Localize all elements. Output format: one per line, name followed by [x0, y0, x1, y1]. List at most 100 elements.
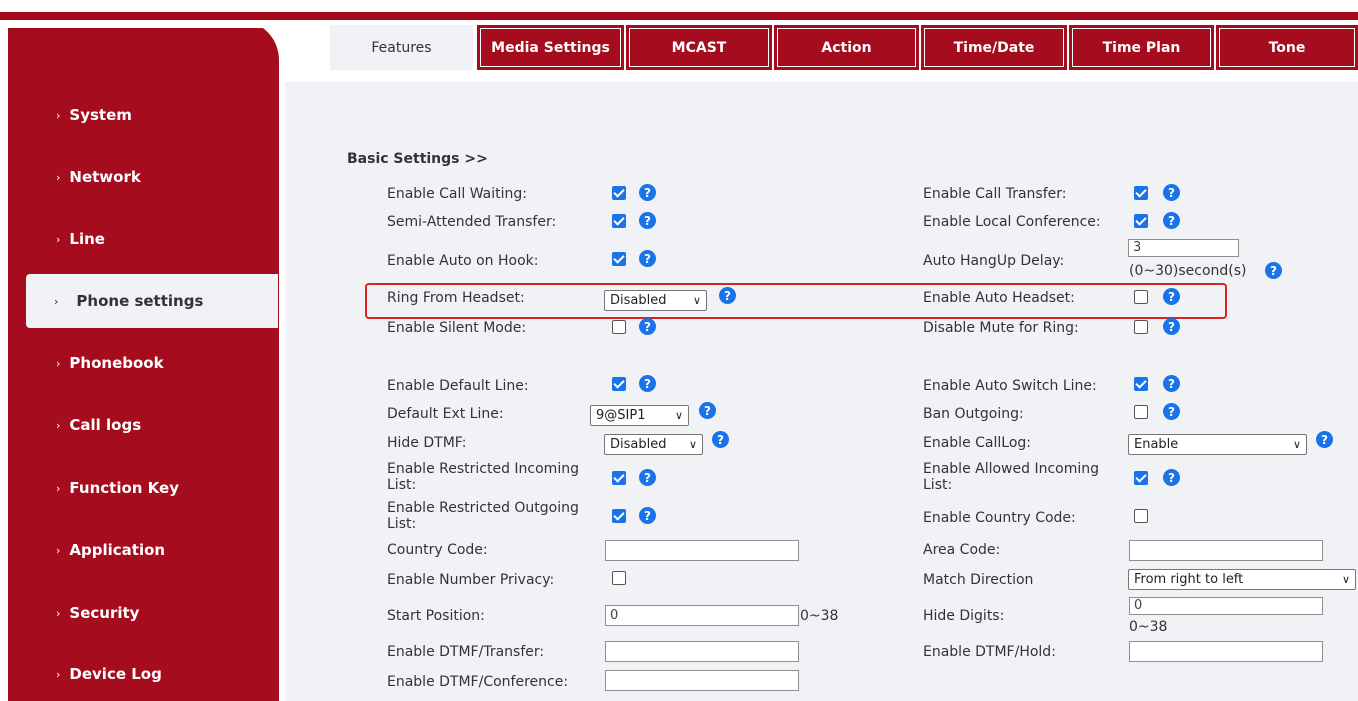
- ring-from-headset-select[interactable]: Disabled ∨: [604, 290, 707, 311]
- help-icon[interactable]: ?: [719, 287, 736, 304]
- area-code-label: Area Code:: [923, 542, 1001, 558]
- sidebar-item-device-log[interactable]: › Device Log: [8, 647, 279, 701]
- chevron-down-icon: ∨: [1341, 573, 1350, 586]
- help-icon[interactable]: ?: [1163, 375, 1180, 392]
- auto-hangup-delay-input[interactable]: 3: [1128, 239, 1239, 257]
- auto-switch-line-checkbox[interactable]: [1134, 377, 1148, 391]
- allowed-incoming-checkbox[interactable]: [1134, 471, 1148, 485]
- sidebar-item-label: System: [69, 106, 132, 124]
- local-conference-checkbox[interactable]: [1134, 214, 1148, 228]
- help-icon[interactable]: ?: [1163, 288, 1180, 305]
- country-code-input[interactable]: [605, 540, 799, 561]
- help-icon[interactable]: ?: [639, 375, 656, 392]
- ban-outgoing-checkbox[interactable]: [1134, 405, 1148, 419]
- sidebar-item-network[interactable]: › Network: [8, 150, 279, 204]
- help-icon[interactable]: ?: [699, 402, 716, 419]
- local-conference-label: Enable Local Conference:: [923, 214, 1101, 230]
- dtmf-conference-label: Enable DTMF/Conference:: [387, 674, 569, 690]
- sidebar-item-label: Security: [69, 604, 140, 622]
- sidebar-item-call-logs[interactable]: › Call logs: [8, 398, 279, 452]
- call-transfer-label: Enable Call Transfer:: [923, 186, 1067, 202]
- sidebar-item-security[interactable]: › Security: [8, 586, 279, 640]
- default-ext-line-select[interactable]: 9@SIP1 ∨: [590, 405, 689, 426]
- tab-mcast[interactable]: MCAST: [626, 25, 772, 70]
- sidebar-item-label: Call logs: [69, 416, 142, 434]
- ban-outgoing-label: Ban Outgoing:: [923, 406, 1024, 422]
- chevron-right-icon: ›: [56, 232, 61, 246]
- chevron-down-icon: ∨: [674, 409, 683, 422]
- sidebar-item-label: Line: [69, 230, 105, 248]
- disable-mute-ring-label: Disable Mute for Ring:: [923, 320, 1079, 336]
- allowed-incoming-label-cont: List:: [923, 477, 953, 493]
- help-icon[interactable]: ?: [1163, 403, 1180, 420]
- dtmf-hold-input[interactable]: [1129, 641, 1323, 662]
- help-icon[interactable]: ?: [639, 212, 656, 229]
- tab-features[interactable]: Features: [330, 25, 473, 70]
- number-privacy-checkbox[interactable]: [612, 571, 626, 585]
- sidebar-item-phone-settings[interactable]: › Phone settings: [26, 274, 278, 328]
- auto-on-hook-checkbox[interactable]: [612, 252, 626, 266]
- help-icon[interactable]: ?: [1163, 318, 1180, 335]
- help-icon[interactable]: ?: [1163, 469, 1180, 486]
- auto-headset-checkbox[interactable]: [1134, 290, 1148, 304]
- disable-mute-ring-checkbox[interactable]: [1134, 320, 1148, 334]
- call-waiting-checkbox[interactable]: [612, 186, 626, 200]
- default-line-checkbox[interactable]: [612, 377, 626, 391]
- tab-media-settings[interactable]: Media Settings: [477, 25, 624, 70]
- sidebar-item-phonebook[interactable]: › Phonebook: [8, 336, 279, 390]
- match-direction-select[interactable]: From right to left ∨: [1128, 569, 1356, 590]
- help-icon[interactable]: ?: [712, 431, 729, 448]
- sidebar-item-function-key[interactable]: › Function Key: [8, 461, 279, 515]
- top-header-strip: [0, 12, 1358, 20]
- dtmf-transfer-input[interactable]: [605, 641, 799, 662]
- area-code-input[interactable]: [1129, 540, 1323, 561]
- chevron-down-icon: ∨: [1292, 438, 1301, 451]
- semi-attended-checkbox[interactable]: [612, 214, 626, 228]
- call-waiting-label: Enable Call Waiting:: [387, 186, 527, 202]
- sidebar-item-system[interactable]: › System: [8, 88, 279, 142]
- sidebar-item-label: Function Key: [69, 479, 179, 497]
- tab-time-date[interactable]: Time/Date: [921, 25, 1067, 70]
- sidebar-item-label: Application: [69, 541, 166, 559]
- chevron-right-icon: ›: [54, 294, 59, 308]
- sidebar-item-application[interactable]: › Application: [8, 523, 279, 577]
- sidebar-item-line[interactable]: › Line: [8, 212, 279, 266]
- hide-dtmf-label: Hide DTMF:: [387, 435, 467, 451]
- restricted-incoming-label: Enable Restricted Incoming: [387, 461, 579, 477]
- country-code-enable-label: Enable Country Code:: [923, 510, 1076, 526]
- restricted-outgoing-checkbox[interactable]: [612, 509, 626, 523]
- hide-digits-input[interactable]: 0: [1129, 597, 1323, 615]
- country-code-enable-checkbox[interactable]: [1134, 509, 1148, 523]
- help-icon[interactable]: ?: [1163, 184, 1180, 201]
- help-icon[interactable]: ?: [639, 184, 656, 201]
- restricted-outgoing-label-cont: List:: [387, 516, 417, 532]
- chevron-right-icon: ›: [56, 170, 61, 184]
- help-icon[interactable]: ?: [639, 318, 656, 335]
- hide-digits-label: Hide Digits:: [923, 608, 1005, 624]
- tab-tone[interactable]: Tone: [1216, 25, 1358, 70]
- restricted-incoming-checkbox[interactable]: [612, 471, 626, 485]
- default-ext-line-label: Default Ext Line:: [387, 406, 504, 422]
- calllog-select[interactable]: Enable ∨: [1128, 434, 1307, 455]
- chevron-right-icon: ›: [56, 108, 61, 122]
- silent-mode-checkbox[interactable]: [612, 320, 626, 334]
- sidebar-item-label: Phone settings: [76, 292, 204, 310]
- call-transfer-checkbox[interactable]: [1134, 186, 1148, 200]
- hide-dtmf-select[interactable]: Disabled ∨: [604, 434, 703, 455]
- help-icon[interactable]: ?: [639, 469, 656, 486]
- help-icon[interactable]: ?: [639, 250, 656, 267]
- help-icon[interactable]: ?: [1265, 262, 1282, 279]
- help-icon[interactable]: ?: [1316, 431, 1333, 448]
- dtmf-hold-label: Enable DTMF/Hold:: [923, 644, 1056, 660]
- tab-action[interactable]: Action: [774, 25, 919, 70]
- hide-digits-range: 0~38: [1129, 619, 1168, 635]
- tab-time-plan[interactable]: Time Plan: [1069, 25, 1214, 70]
- calllog-label: Enable CallLog:: [923, 435, 1031, 451]
- sidebar-item-label: Network: [69, 168, 141, 186]
- chevron-right-icon: ›: [56, 667, 61, 681]
- help-icon[interactable]: ?: [639, 507, 656, 524]
- help-icon[interactable]: ?: [1163, 212, 1180, 229]
- chevron-down-icon: ∨: [692, 294, 701, 307]
- start-position-input[interactable]: 0: [605, 605, 799, 626]
- dtmf-conference-input[interactable]: [605, 670, 799, 691]
